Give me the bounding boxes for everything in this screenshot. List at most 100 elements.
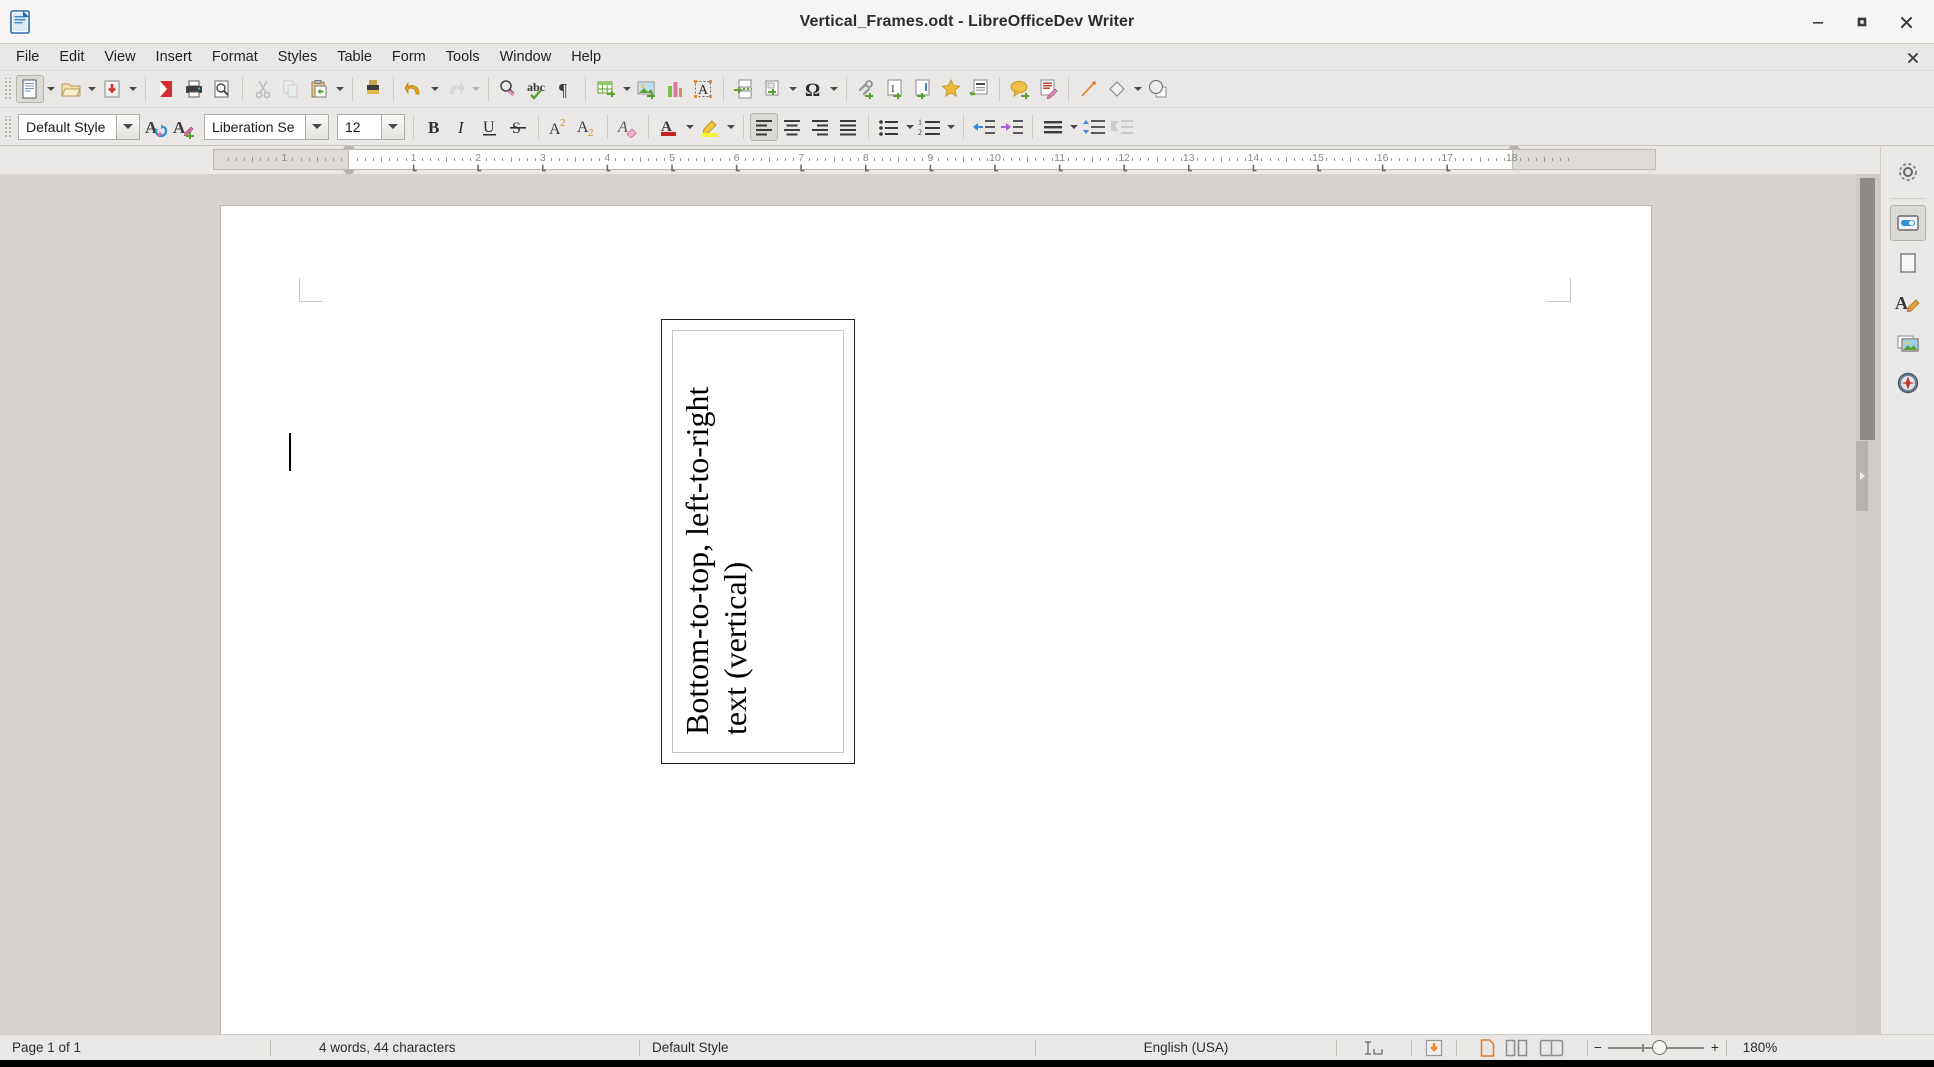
align-left-button[interactable]: [750, 113, 778, 141]
menu-file[interactable]: File: [6, 46, 49, 68]
font-size-value[interactable]: 12: [337, 114, 381, 140]
ruler-tab-stop[interactable]: ┗: [604, 167, 610, 174]
print-icon[interactable]: [180, 75, 208, 103]
insert-image-icon[interactable]: [633, 75, 661, 103]
formatting-marks-icon[interactable]: ¶: [551, 75, 579, 103]
sidebar-styles-icon[interactable]: A: [1890, 285, 1926, 321]
sidebar-navigator-icon[interactable]: [1890, 365, 1926, 401]
insert-table-icon[interactable]: [592, 75, 620, 103]
unsaved-changes-icon[interactable]: [1412, 1035, 1456, 1061]
basic-shapes-icon[interactable]: [1103, 75, 1131, 103]
clone-formatting-icon[interactable]: [359, 75, 387, 103]
ruler-tab-stop[interactable]: ┗: [798, 167, 804, 174]
sidebar-show-hide-handle[interactable]: [1856, 441, 1868, 511]
highlight-color-button[interactable]: [696, 113, 724, 141]
menu-format[interactable]: Format: [202, 46, 268, 68]
export-pdf-icon[interactable]: [152, 75, 180, 103]
right-indent-marker[interactable]: [1508, 146, 1520, 149]
spelling-icon[interactable]: abc: [523, 75, 551, 103]
find-replace-icon[interactable]: [495, 75, 523, 103]
font-name-value[interactable]: Liberation Se: [204, 114, 305, 140]
insert-table-dropdown[interactable]: [620, 75, 633, 103]
bold-button[interactable]: B: [420, 113, 448, 141]
save-document-icon[interactable]: [98, 75, 126, 103]
font-size-combo[interactable]: 12: [337, 114, 405, 140]
menu-help[interactable]: Help: [561, 46, 611, 68]
horizontal-ruler[interactable]: 1123456789101112131415161718 ┗┗┗┗┗┗┗┗┗┗┗…: [213, 149, 1656, 170]
sidebar-page-icon[interactable]: [1890, 245, 1926, 281]
insert-text-box-icon[interactable]: A: [689, 75, 717, 103]
menu-form[interactable]: Form: [382, 46, 436, 68]
menu-view[interactable]: View: [94, 46, 145, 68]
insert-hyperlink-icon[interactable]: [853, 75, 881, 103]
font-size-dropdown[interactable]: [381, 114, 405, 140]
undo-icon[interactable]: [400, 75, 428, 103]
insert-line-icon[interactable]: [1075, 75, 1103, 103]
ruler-tab-stop[interactable]: ┗: [1250, 167, 1256, 174]
increase-indent-button[interactable]: [970, 113, 998, 141]
line-spacing-button[interactable]: [1039, 113, 1067, 141]
zoom-level-label[interactable]: 180%: [1727, 1035, 1793, 1061]
clear-formatting-button[interactable]: A: [614, 113, 642, 141]
new-document-dropdown[interactable]: [44, 75, 57, 103]
unordered-list-button[interactable]: [875, 113, 903, 141]
close-button[interactable]: [1884, 0, 1928, 44]
font-name-combo[interactable]: Liberation Se: [204, 114, 329, 140]
basic-shapes-dropdown[interactable]: [1131, 75, 1144, 103]
show-draw-functions-icon[interactable]: [1144, 75, 1172, 103]
italic-button[interactable]: I: [448, 113, 476, 141]
paste-icon[interactable]: [305, 75, 333, 103]
toolbar-grip[interactable]: [3, 78, 12, 100]
maximize-button[interactable]: [1840, 0, 1884, 44]
font-color-button[interactable]: A: [655, 113, 683, 141]
ruler-tab-stop[interactable]: ┗: [734, 167, 740, 174]
menu-tools[interactable]: Tools: [436, 46, 490, 68]
line-spacing-dropdown[interactable]: [1067, 113, 1080, 141]
document-page[interactable]: Bottom-to-top, left-to-right text (verti…: [221, 206, 1651, 1034]
insert-comment-icon[interactable]: [1006, 75, 1034, 103]
strikethrough-button[interactable]: S: [504, 113, 532, 141]
ruler-tab-stop[interactable]: ┗: [1444, 167, 1450, 174]
status-page-indicator[interactable]: Page 1 of 1: [0, 1035, 270, 1061]
insert-page-break-icon[interactable]: [730, 75, 758, 103]
vertical-text-frame[interactable]: Bottom-to-top, left-to-right text (verti…: [661, 319, 855, 764]
insert-special-character-dropdown[interactable]: [827, 75, 840, 103]
open-document-icon[interactable]: [57, 75, 85, 103]
zoom-in-button[interactable]: +: [1704, 1035, 1726, 1061]
insert-footnote-icon[interactable]: 1: [881, 75, 909, 103]
font-color-dropdown[interactable]: [683, 113, 696, 141]
underline-button[interactable]: U: [476, 113, 504, 141]
insert-chart-icon[interactable]: [661, 75, 689, 103]
undo-dropdown[interactable]: [428, 75, 441, 103]
ordered-list-dropdown[interactable]: [944, 113, 957, 141]
cut-icon[interactable]: [249, 75, 277, 103]
insert-field-icon[interactable]: [758, 75, 786, 103]
vertical-scrollbar-thumb[interactable]: [1860, 178, 1875, 440]
new-document-icon[interactable]: [16, 75, 44, 103]
unordered-list-dropdown[interactable]: [903, 113, 916, 141]
document-canvas[interactable]: Bottom-to-top, left-to-right text (verti…: [0, 174, 1856, 1034]
menu-edit[interactable]: Edit: [49, 46, 94, 68]
menu-table[interactable]: Table: [327, 46, 382, 68]
sidebar-gallery-icon[interactable]: [1890, 325, 1926, 361]
decrease-indent-button[interactable]: [998, 113, 1026, 141]
zoom-out-button[interactable]: −: [1588, 1035, 1608, 1061]
ruler-right-margin-zone[interactable]: [1512, 150, 1655, 169]
menu-insert[interactable]: Insert: [146, 46, 202, 68]
align-center-button[interactable]: [778, 113, 806, 141]
multi-page-view-icon[interactable]: [1505, 1039, 1529, 1057]
ordered-list-button[interactable]: 1 2: [916, 113, 944, 141]
redo-dropdown[interactable]: [469, 75, 482, 103]
track-changes-icon[interactable]: [1034, 75, 1062, 103]
set-paragraph-style-button[interactable]: [1108, 113, 1136, 141]
ruler-tab-stop[interactable]: ┗: [1380, 167, 1386, 174]
insert-special-character-icon[interactable]: Ω: [799, 75, 827, 103]
zoom-slider[interactable]: [1608, 1035, 1704, 1061]
sidebar-properties-icon[interactable]: [1890, 205, 1926, 241]
new-style-from-selection-icon[interactable]: A: [170, 113, 198, 141]
vertical-scrollbar[interactable]: [1856, 174, 1880, 1034]
ruler-tab-stop[interactable]: ┗: [1121, 167, 1127, 174]
align-justify-button[interactable]: [834, 113, 862, 141]
vertical-text-frame-inner[interactable]: Bottom-to-top, left-to-right text (verti…: [672, 330, 844, 753]
first-line-indent-marker[interactable]: [343, 146, 355, 149]
